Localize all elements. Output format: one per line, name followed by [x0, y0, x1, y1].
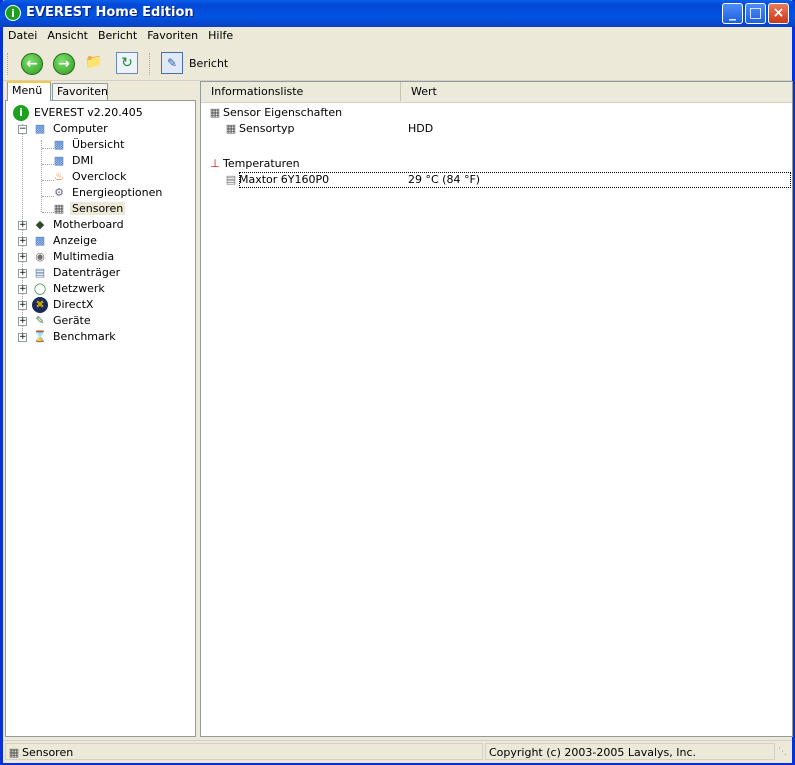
sensor-chip-icon: ▦ [225, 122, 237, 135]
status-section: ▦ Sensoren [5, 743, 483, 760]
toolbar-separator [149, 53, 152, 75]
tree-item-storage[interactable]: ▤ Datenträger [32, 265, 122, 281]
tree-item-display[interactable]: ▩ Anzeige [32, 233, 99, 249]
column-header-value[interactable]: Wert [401, 82, 792, 101]
menu-ansicht[interactable]: Ansicht [42, 27, 93, 44]
menu-hilfe[interactable]: Hilfe [203, 27, 238, 44]
flame-icon: ♨ [54, 170, 64, 183]
computer-icon: ▩ [34, 122, 46, 135]
forward-arrow-icon[interactable]: → [53, 53, 75, 75]
refresh-icon[interactable]: ↻ [116, 52, 138, 74]
hard-drive-icon: ▤ [225, 173, 237, 186]
info-icon: i [13, 105, 29, 121]
report-icon[interactable]: ✎ [161, 52, 183, 74]
section-sensor-properties[interactable]: ▦ Sensor Eigenschaften [207, 105, 342, 121]
report-button-label[interactable]: Bericht [189, 57, 228, 70]
tree-root[interactable]: i EVEREST v2.20.405 [13, 105, 145, 121]
thermometer-icon: ⊥ [210, 157, 220, 170]
section-temperatures[interactable]: ⊥ Temperaturen [207, 156, 299, 172]
tab-menu[interactable]: Menü [7, 81, 51, 101]
menu-datei[interactable]: Datei [3, 27, 42, 44]
expand-storage-icon[interactable]: + [18, 269, 27, 278]
folder-up-icon[interactable]: 📁 [83, 52, 105, 74]
resize-grip-icon[interactable]: ⋱ [778, 747, 790, 759]
app-window: i EVEREST Home Edition _ □ × Datei Ansich… [0, 0, 795, 765]
list-row-drive-temperature[interactable]: ▤ Maxtor 6Y160P0 [223, 172, 329, 188]
tree-item-overview[interactable]: ▩ Übersicht [51, 137, 126, 153]
expand-display-icon[interactable]: + [18, 237, 27, 246]
tab-favorites[interactable]: Favoriten [52, 83, 108, 100]
title-bar: i EVEREST Home Edition _ □ × [0, 0, 795, 27]
motherboard-icon: ◆ [35, 218, 45, 231]
left-panel: Menü Favoriten i EVEREST v2.20.405 − ▩ Com… [5, 81, 196, 737]
details-list: Informationsliste Wert ▦ Sensor Eigenscha… [200, 81, 793, 737]
tree-item-sensors[interactable]: ▦ Sensoren [51, 201, 126, 217]
tree-item-directx[interactable]: ✖ DirectX [32, 297, 95, 313]
back-arrow-icon[interactable]: ← [21, 53, 43, 75]
tree-item-computer[interactable]: ▩ Computer [32, 121, 110, 137]
expand-benchmark-icon[interactable]: + [18, 333, 27, 342]
drive-temperature-value: 29 °C (84 °F) [408, 173, 481, 186]
expand-network-icon[interactable]: + [18, 285, 27, 294]
sensor-chip-icon: ▦ [209, 106, 221, 119]
sensor-chip-icon: ▦ [53, 202, 65, 215]
speaker-icon: ◉ [35, 250, 45, 263]
sensor-type-value: HDD [408, 122, 434, 135]
tree-item-multimedia[interactable]: ◉ Multimedia [32, 249, 116, 265]
everest-info-icon: i [5, 5, 21, 21]
menu-favoriten[interactable]: Favoriten [142, 27, 203, 44]
minimize-button[interactable]: _ [722, 3, 743, 24]
navigation-tree: i EVEREST v2.20.405 − ▩ Computer ▩ Übersich… [5, 100, 196, 737]
panel-tabs: Menü Favoriten [5, 81, 196, 101]
window-title: EVEREST Home Edition [26, 5, 194, 20]
column-header-info[interactable]: Informationsliste [201, 82, 401, 101]
tree-item-network[interactable]: ◯ Netzwerk [32, 281, 107, 297]
menu-bar: Datei Ansicht Bericht Favoriten Hilfe [3, 27, 792, 47]
tree-item-benchmark[interactable]: ⌛ Benchmark [32, 329, 118, 345]
list-row-sensor-type[interactable]: ▦ Sensortyp [223, 121, 295, 137]
tree-item-motherboard[interactable]: ◆ Motherboard [32, 217, 126, 233]
tree-item-devices[interactable]: ✎ Geräte [32, 313, 93, 329]
tree-item-power-options[interactable]: ⚙ Energieoptionen [51, 185, 164, 201]
sensor-chip-icon: ▦ [8, 746, 20, 759]
display-icon: ▩ [34, 234, 46, 247]
close-button[interactable]: × [768, 3, 789, 24]
computer-icon: ▩ [53, 154, 65, 167]
toolbar: ← → 📁 ↻ ✎ Bericht [3, 47, 792, 81]
power-options-icon: ⚙ [54, 186, 64, 199]
directx-icon: ✖ [32, 297, 48, 313]
list-header: Informationsliste Wert [201, 82, 792, 103]
network-globe-icon: ◯ [33, 282, 47, 295]
expand-multimedia-icon[interactable]: + [18, 253, 27, 262]
expand-directx-icon[interactable]: + [18, 301, 27, 310]
maximize-button[interactable]: □ [745, 3, 766, 24]
expand-motherboard-icon[interactable]: + [18, 221, 27, 230]
status-copyright: Copyright (c) 2003-2005 Lavalys, Inc. [485, 743, 775, 760]
computer-icon: ▩ [53, 138, 65, 151]
expand-devices-icon[interactable]: + [18, 317, 27, 326]
collapse-computer-icon[interactable]: − [18, 125, 27, 134]
hourglass-icon: ⌛ [33, 330, 47, 343]
tree-item-overclock[interactable]: ♨ Overclock [51, 169, 128, 185]
toolbar-grip [7, 53, 10, 75]
menu-bericht[interactable]: Bericht [93, 27, 142, 44]
tree-item-dmi[interactable]: ▩ DMI [51, 153, 95, 169]
devices-icon: ✎ [35, 314, 45, 327]
status-bar: ▦ Sensoren Copyright (c) 2003-2005 Lavaly… [3, 740, 792, 763]
storage-icon: ▤ [34, 266, 46, 279]
